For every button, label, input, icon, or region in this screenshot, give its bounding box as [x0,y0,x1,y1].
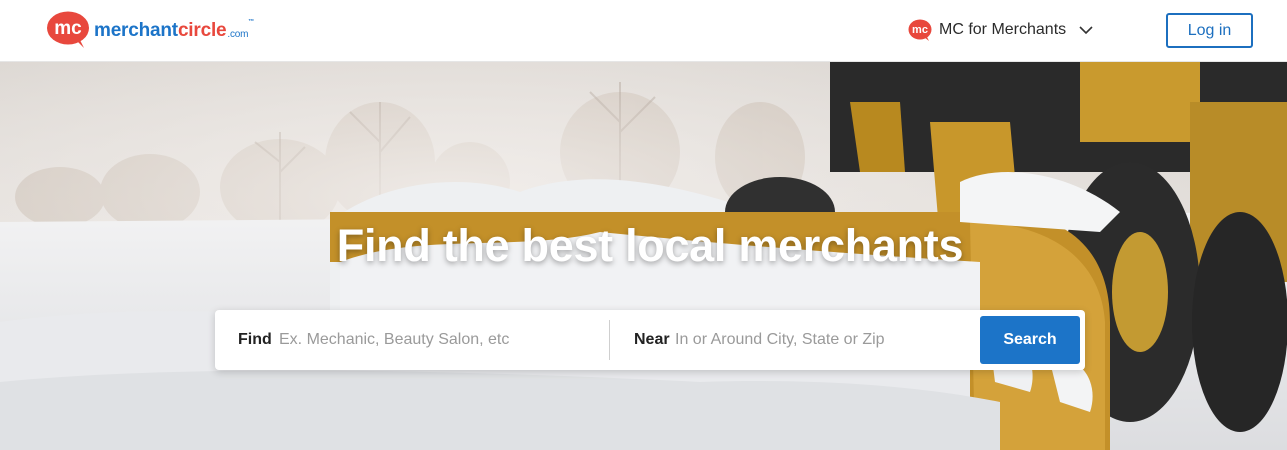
search-divider [609,320,610,360]
login-button[interactable]: Log in [1166,13,1253,48]
find-input[interactable] [279,323,599,357]
mc-for-merchants-label: MC for Merchants [939,21,1067,38]
near-label: Near [634,331,670,348]
hero-title: Find the best local merchants [336,220,964,271]
svg-text:mc: mc [912,24,928,36]
mc-badge-icon: mc [908,19,932,41]
near-input[interactable] [675,323,970,357]
mc-for-merchants-dropdown[interactable]: mc MC for Merchants [908,19,1093,41]
mc-logo-icon: mc [46,11,90,49]
merchantcircle-logo[interactable]: mc merchantcircle.com™ [46,11,254,49]
search-button[interactable]: Search [980,316,1080,364]
find-label: Find [238,331,272,348]
search-form: Find Near Search [215,310,1085,370]
hero-banner: Find the best local merchants Find Near … [0,62,1287,450]
chevron-down-icon [1079,23,1093,37]
svg-text:mc: mc [54,18,82,39]
logo-wordmark: merchantcircle.com™ [94,18,255,41]
site-header: mc merchantcircle.com™ mc MC for Merchan… [0,0,1287,62]
